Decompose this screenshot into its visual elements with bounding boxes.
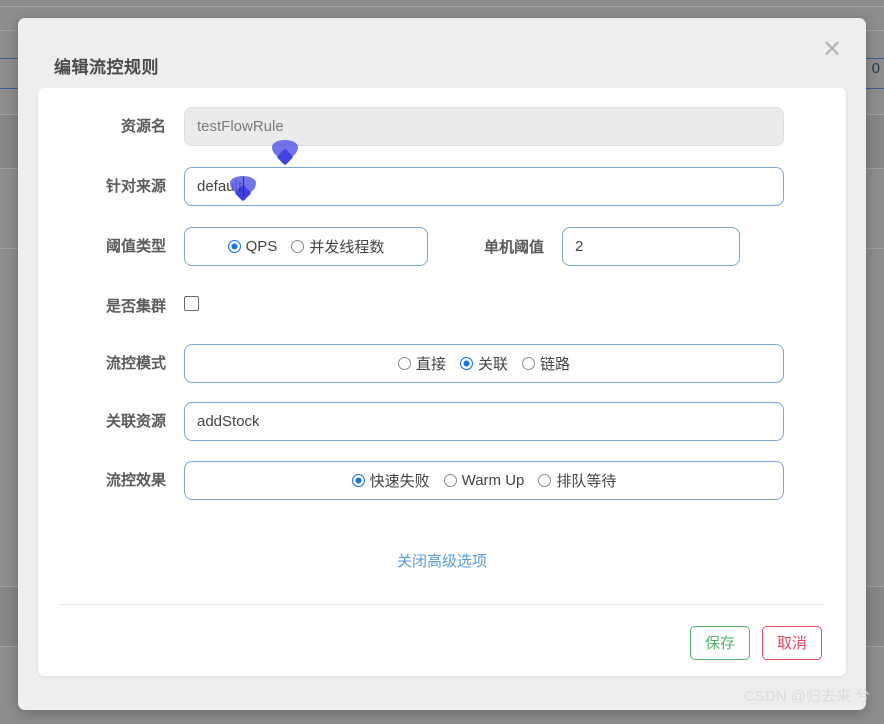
single-threshold-input[interactable] bbox=[562, 226, 741, 266]
cluster-label: 是否集群 bbox=[105, 297, 166, 315]
cancel-button[interactable]: 取消 bbox=[761, 626, 822, 660]
radio-fast-fail[interactable]: 快速失败 bbox=[351, 470, 430, 491]
flow-effect-radio-group: 快速失败 Warm Up 排队等待 bbox=[184, 460, 784, 500]
form-row-origin: 针对来源 bbox=[38, 166, 846, 206]
resource-control bbox=[184, 106, 846, 146]
flow-mode-radio-group: 直接 关联 链路 bbox=[184, 343, 784, 383]
origin-input[interactable] bbox=[184, 166, 784, 206]
radio-qps-label: QPS bbox=[245, 237, 278, 255]
radio-dot-icon bbox=[227, 239, 241, 253]
flow-mode-label: 流控模式 bbox=[105, 354, 166, 372]
flow-effect-control: 快速失败 Warm Up 排队等待 bbox=[184, 460, 846, 500]
radio-qps[interactable]: QPS bbox=[227, 237, 278, 255]
ref-resource-label: 关联资源 bbox=[105, 412, 166, 430]
flow-mode-control: 直接 关联 链路 bbox=[184, 343, 846, 383]
radio-dot-icon bbox=[459, 356, 473, 370]
radio-fast-fail-label: 快速失败 bbox=[369, 472, 430, 490]
radio-thread-count-label: 并发线程数 bbox=[309, 238, 385, 256]
radio-dot-icon bbox=[538, 473, 552, 487]
resource-label: 资源名 bbox=[120, 117, 166, 135]
dialog-footer: 保存 取消 bbox=[689, 626, 822, 660]
form-row-flow-mode: 流控模式 直接 关联 链路 bbox=[38, 343, 846, 383]
radio-associated-label: 关联 bbox=[477, 355, 508, 373]
threshold-type-radio-group: QPS 并发线程数 bbox=[184, 226, 428, 266]
threshold-type-control: QPS 并发线程数 单机阈值 bbox=[184, 226, 846, 266]
form-row-flow-effect: 流控效果 快速失败 Warm Up 排队等待 bbox=[38, 460, 846, 500]
threshold-type-label: 阈值类型 bbox=[105, 237, 166, 255]
dialog-body-card: 资源名 针对来源 阈值类型 QPS bbox=[38, 88, 846, 676]
edit-flow-rule-dialog: 编辑流控规则 ✕ 资源名 针对来源 阈值类型 bbox=[18, 18, 866, 710]
footer-divider bbox=[60, 604, 824, 605]
resource-input[interactable] bbox=[184, 106, 784, 146]
cluster-checkbox[interactable] bbox=[184, 296, 199, 311]
ref-resource-input[interactable] bbox=[184, 401, 784, 441]
form-row-threshold-type: 阈值类型 QPS 并发线程数 单机阈值 bbox=[38, 226, 846, 266]
radio-warm-up[interactable]: Warm Up bbox=[443, 471, 525, 489]
single-threshold-label: 单机阈值 bbox=[484, 238, 545, 256]
radio-queue-wait[interactable]: 排队等待 bbox=[538, 470, 616, 491]
radio-associated[interactable]: 关联 bbox=[459, 353, 508, 374]
origin-label: 针对来源 bbox=[105, 177, 166, 195]
radio-dot-icon bbox=[291, 239, 305, 253]
radio-thread-count[interactable]: 并发线程数 bbox=[291, 236, 384, 257]
dialog-title: 编辑流控规则 bbox=[54, 58, 159, 77]
radio-queue-wait-label: 排队等待 bbox=[556, 472, 617, 490]
radio-dot-icon bbox=[351, 473, 365, 487]
close-icon[interactable]: ✕ bbox=[818, 36, 846, 64]
watermark: CSDN @归去来 兮 bbox=[743, 688, 870, 705]
toggle-advanced-options-link[interactable]: 关闭高级选项 bbox=[38, 550, 846, 571]
radio-dot-icon bbox=[522, 356, 535, 370]
form-row-resource: 资源名 bbox=[38, 106, 846, 146]
save-button[interactable]: 保存 bbox=[689, 626, 750, 660]
radio-direct[interactable]: 直接 bbox=[397, 353, 446, 374]
radio-warm-up-label: Warm Up bbox=[461, 471, 525, 489]
form-row-ref-resource: 关联资源 bbox=[38, 401, 846, 441]
cluster-control bbox=[184, 296, 846, 316]
radio-direct-label: 直接 bbox=[415, 355, 446, 373]
ref-resource-control bbox=[184, 401, 846, 441]
origin-control bbox=[184, 166, 846, 206]
radio-dot-icon bbox=[443, 473, 457, 487]
radio-dot-icon bbox=[397, 356, 411, 370]
radio-chain-label: 链路 bbox=[540, 355, 571, 373]
flow-effect-label: 流控效果 bbox=[105, 471, 166, 489]
form-row-cluster: 是否集群 bbox=[38, 286, 846, 326]
bg-cell-value: 0 bbox=[871, 60, 880, 77]
radio-chain[interactable]: 链路 bbox=[522, 353, 570, 374]
